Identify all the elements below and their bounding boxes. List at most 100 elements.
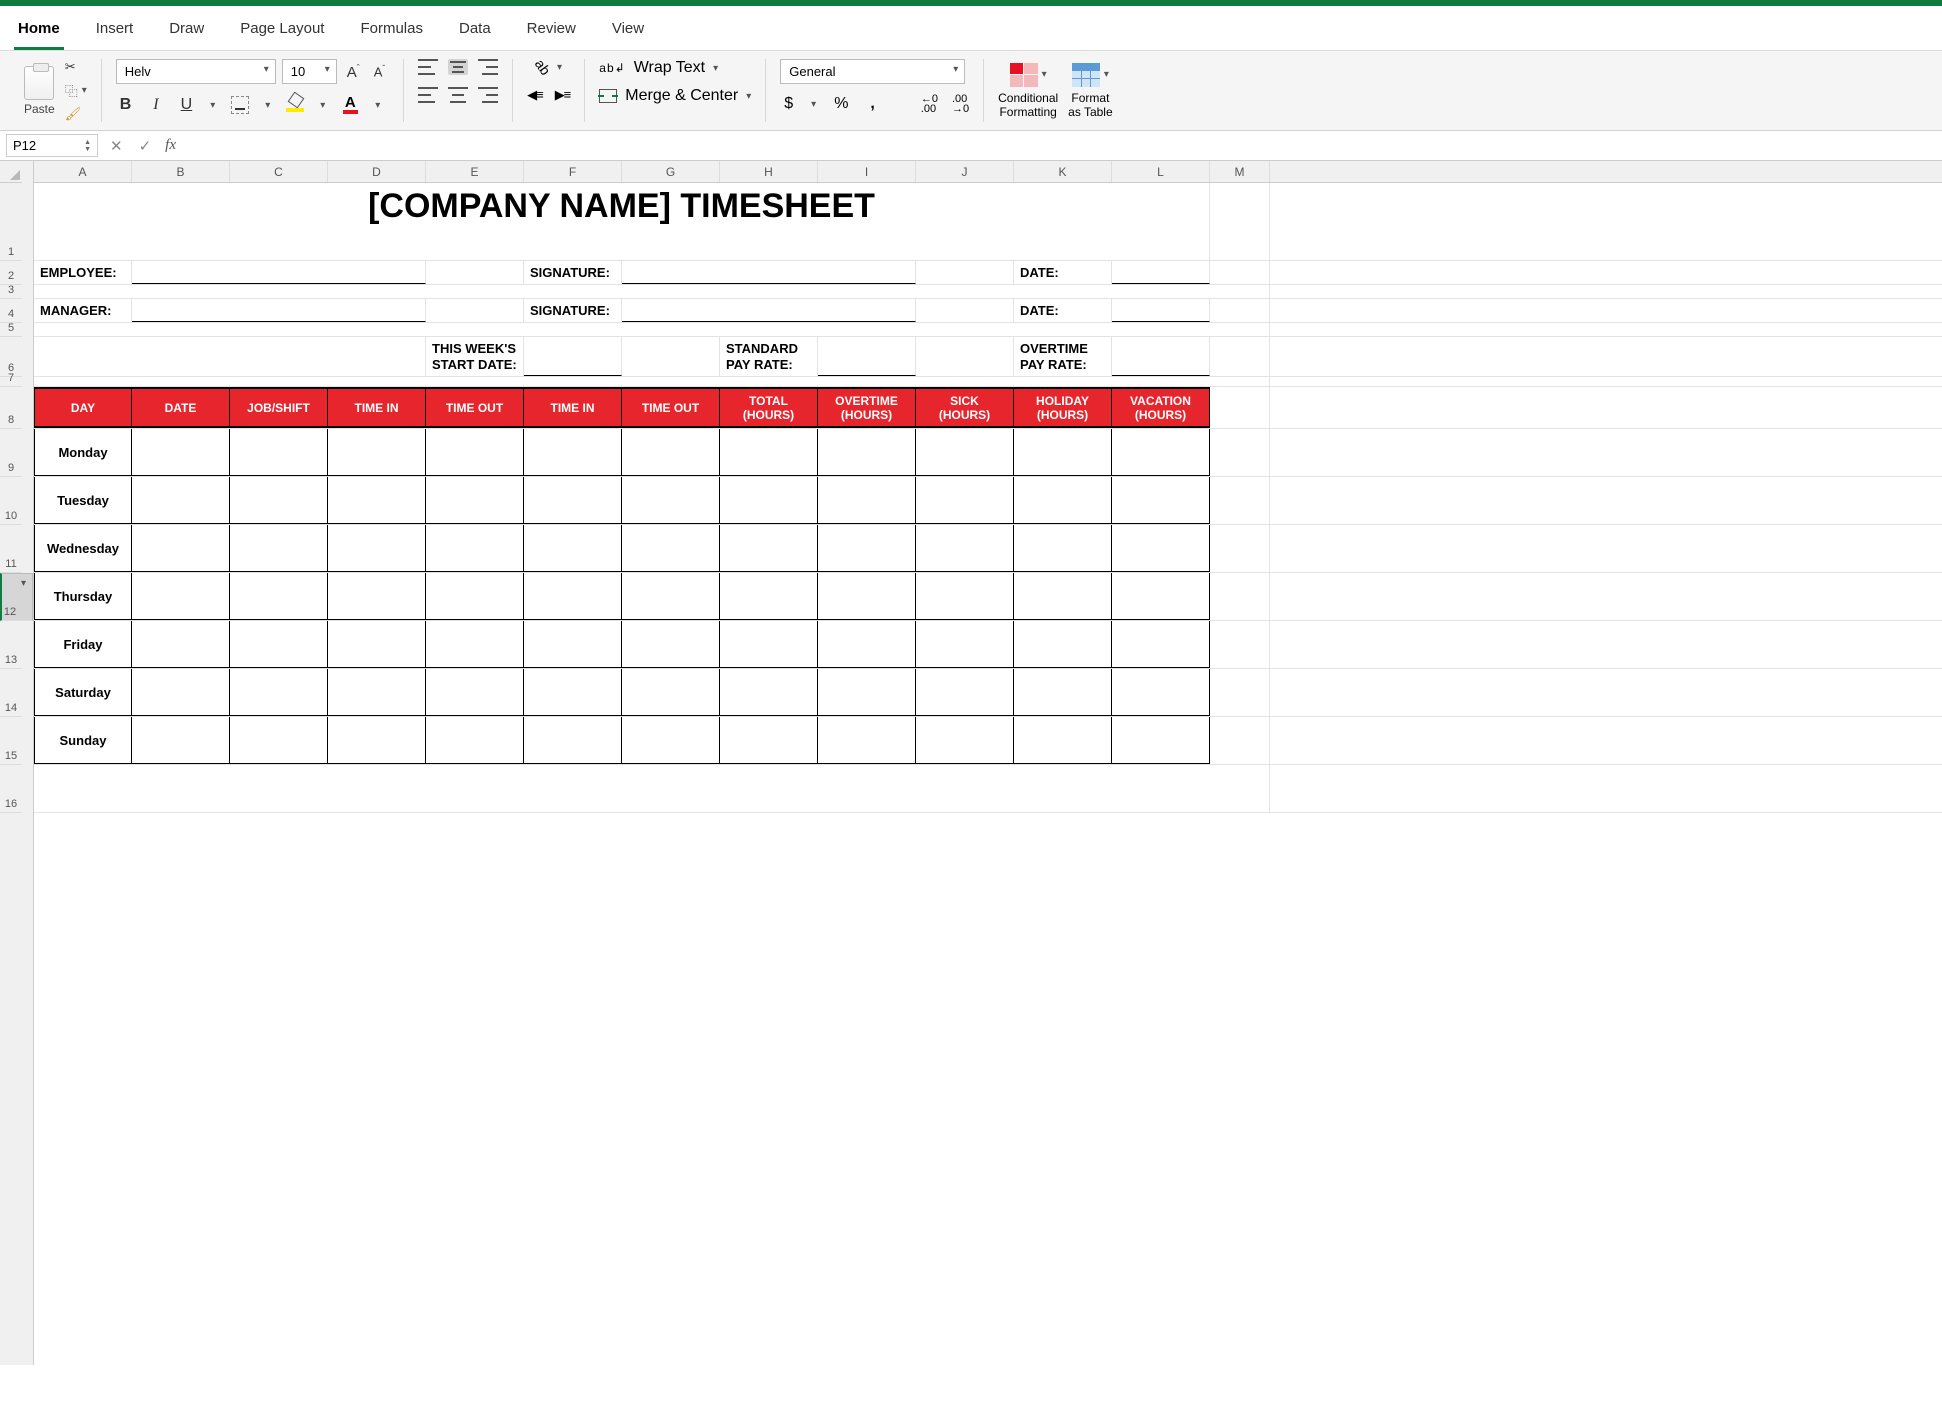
table-cell[interactable] — [230, 429, 328, 476]
table-cell[interactable] — [916, 717, 1014, 764]
table-cell[interactable] — [328, 621, 426, 668]
cell[interactable]: DATE: — [1014, 299, 1112, 322]
cell[interactable] — [916, 299, 1014, 322]
bold-button[interactable]: B — [116, 94, 136, 116]
table-cell[interactable] — [230, 573, 328, 620]
cell[interactable] — [1210, 621, 1270, 668]
decrease-decimal-button[interactable]: .00→0 — [952, 94, 969, 114]
table-cell[interactable] — [132, 429, 230, 476]
col-header[interactable]: M — [1210, 161, 1270, 182]
table-cell[interactable] — [916, 477, 1014, 524]
cell[interactable] — [34, 285, 1270, 298]
select-all-corner[interactable] — [0, 161, 22, 183]
table-cell[interactable] — [622, 525, 720, 572]
table-cell[interactable] — [1014, 525, 1112, 572]
table-cell[interactable] — [818, 669, 916, 716]
table-cell[interactable] — [720, 669, 818, 716]
currency-button[interactable]: $ — [780, 95, 797, 113]
cancel-formula-button[interactable]: ✕ — [102, 137, 131, 155]
table-cell[interactable] — [524, 429, 622, 476]
merge-center-button[interactable]: Merge & Center▾ — [599, 87, 751, 105]
table-cell[interactable] — [720, 429, 818, 476]
col-header[interactable]: K — [1014, 161, 1112, 182]
table-cell[interactable] — [1112, 669, 1210, 716]
table-header[interactable]: TIME IN — [328, 387, 426, 428]
table-cell[interactable] — [132, 621, 230, 668]
cell[interactable] — [34, 337, 426, 376]
table-cell[interactable] — [1014, 621, 1112, 668]
tab-draw[interactable]: Draw — [165, 14, 208, 50]
cell[interactable] — [916, 261, 1014, 284]
table-cell[interactable] — [720, 477, 818, 524]
comma-button[interactable]: , — [866, 95, 878, 113]
row-header[interactable]: 6 — [0, 337, 22, 377]
cell[interactable] — [1210, 669, 1270, 716]
cell[interactable] — [622, 261, 916, 284]
cell[interactable]: DATE: — [1014, 261, 1112, 284]
table-cell[interactable] — [230, 621, 328, 668]
align-right-button[interactable] — [478, 87, 498, 103]
cell[interactable] — [1210, 717, 1270, 764]
row-header[interactable]: 2 — [0, 261, 22, 285]
table-cell[interactable] — [524, 477, 622, 524]
tab-insert[interactable]: Insert — [92, 14, 138, 50]
col-header[interactable]: B — [132, 161, 230, 182]
table-cell[interactable] — [230, 669, 328, 716]
table-cell[interactable] — [426, 525, 524, 572]
table-cell[interactable] — [916, 621, 1014, 668]
cell[interactable] — [1210, 337, 1270, 376]
col-header[interactable]: F — [524, 161, 622, 182]
cell[interactable]: STANDARDPAY RATE: — [720, 337, 818, 376]
format-painter-button[interactable]: 🖌 — [65, 106, 87, 122]
copy-button[interactable]: ⿻▾ — [65, 81, 87, 100]
cell[interactable] — [1210, 525, 1270, 572]
table-cell[interactable] — [720, 573, 818, 620]
cell[interactable] — [34, 323, 1270, 336]
tab-review[interactable]: Review — [523, 14, 580, 50]
day-cell[interactable]: Thursday — [34, 573, 132, 620]
cell[interactable] — [524, 337, 622, 376]
border-button[interactable] — [229, 95, 251, 115]
table-cell[interactable] — [916, 669, 1014, 716]
align-bottom-button[interactable] — [478, 59, 498, 75]
table-cell[interactable] — [426, 717, 524, 764]
cell[interactable]: SIGNATURE: — [524, 299, 622, 322]
cell[interactable] — [426, 261, 524, 284]
table-cell[interactable] — [622, 573, 720, 620]
table-cell[interactable] — [426, 669, 524, 716]
table-cell[interactable] — [524, 717, 622, 764]
cell[interactable]: MANAGER: — [34, 299, 132, 322]
table-cell[interactable] — [818, 573, 916, 620]
table-cell[interactable] — [916, 573, 1014, 620]
row-header[interactable]: 4 — [0, 299, 22, 323]
table-header[interactable]: TIME OUT — [622, 387, 720, 428]
row-header[interactable]: 8 — [0, 387, 22, 429]
tab-data[interactable]: Data — [455, 14, 495, 50]
cell[interactable] — [1112, 261, 1210, 284]
table-cell[interactable] — [1014, 717, 1112, 764]
cell[interactable] — [818, 337, 916, 376]
table-cell[interactable] — [524, 621, 622, 668]
accept-formula-button[interactable]: ✓ — [131, 137, 160, 155]
table-cell[interactable] — [1112, 573, 1210, 620]
tab-formulas[interactable]: Formulas — [356, 14, 427, 50]
row-header[interactable]: 16 — [0, 765, 22, 813]
table-cell[interactable] — [524, 573, 622, 620]
number-format-select[interactable]: General — [780, 59, 965, 84]
col-header[interactable]: J — [916, 161, 1014, 182]
cell[interactable] — [1210, 429, 1270, 476]
row-header[interactable]: 15 — [0, 717, 22, 765]
day-cell[interactable]: Monday — [34, 429, 132, 476]
increase-decimal-button[interactable]: ←0.00 — [921, 94, 938, 114]
table-cell[interactable] — [1014, 573, 1112, 620]
formula-input[interactable] — [182, 135, 1942, 156]
cell[interactable] — [132, 299, 426, 322]
table-cell[interactable] — [426, 573, 524, 620]
percent-button[interactable]: % — [830, 95, 852, 113]
row-header[interactable]: 10 — [0, 477, 22, 525]
table-header[interactable]: TIME IN — [524, 387, 622, 428]
table-header[interactable]: TIME OUT — [426, 387, 524, 428]
table-cell[interactable] — [622, 669, 720, 716]
row-header[interactable]: 5 — [0, 323, 22, 337]
table-cell[interactable] — [230, 525, 328, 572]
